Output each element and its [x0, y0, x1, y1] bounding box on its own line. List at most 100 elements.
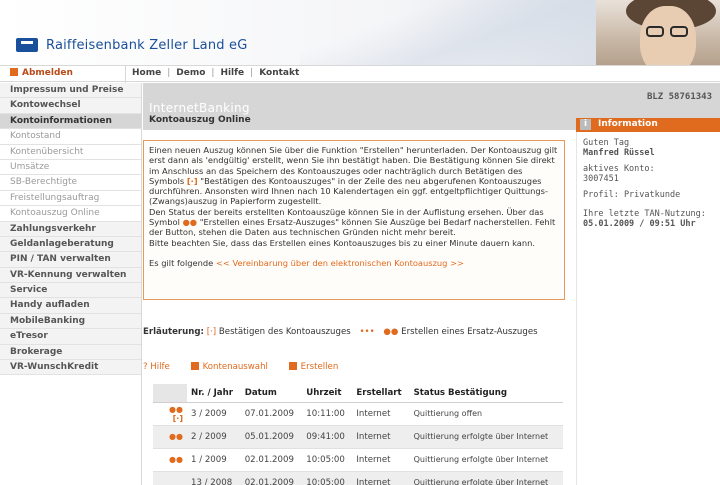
cell-datum: 07.01.2009 [240, 402, 303, 426]
header-photo [596, 0, 720, 65]
cell-status: Quittierung erfolgte über Internet [409, 448, 563, 472]
info-icon: i [580, 119, 591, 130]
account-select-icon [190, 362, 199, 370]
bank-name[interactable]: Raiffeisenbank Zeller Land eG [46, 38, 248, 53]
cell-datum: 02.01.2009 [240, 471, 303, 485]
agreement-link[interactable]: << Vereinbarung über den elektronischen … [216, 258, 464, 268]
cell-uhrzeit: 10:05:00 [302, 448, 353, 472]
notice-text: Es gilt folgende [149, 257, 214, 268]
cell-nr: 2 / 2009 [187, 425, 241, 449]
create-icon [288, 362, 297, 370]
account-number: 3007451 [583, 174, 619, 184]
tan-value: 05.01.2009 / 09:51 Uhr [583, 219, 696, 229]
account-label: aktives Konto: [583, 164, 655, 174]
sidebar-item-handy-aufladen[interactable]: Handy aufladen [0, 298, 141, 314]
legend-label: Erläuterung: [143, 327, 204, 337]
sidebar-item-kontoauszug-online[interactable]: Kontoauszug Online [0, 206, 141, 222]
greeting: Guten Tag [583, 138, 630, 148]
sidebar-item-sb-berechtigte[interactable]: SB-Berechtigte [0, 175, 141, 191]
logout-label: Abmelden [22, 68, 73, 78]
tan-label: Ihre letzte TAN-Nutzung: [583, 209, 706, 219]
sidebar-item-umsätze[interactable]: Umsätze [0, 159, 141, 176]
legend-separator: ••• [359, 327, 375, 337]
info-panel-title: Information [598, 119, 658, 129]
row-action-icons[interactable]: ●● [153, 448, 187, 472]
user-name: Manfred Rüssel [583, 148, 655, 158]
row-action-icons[interactable]: ●● [153, 425, 187, 449]
bank-logo-icon[interactable] [16, 38, 38, 54]
info-panel: Guten Tag Manfred Rüssel aktives Konto: … [576, 132, 720, 485]
statement-table: Nr. / Jahr Datum Uhrzeit Erstellart Stat… [153, 384, 563, 485]
column-header-nr: Nr. / Jahr [187, 384, 241, 403]
cell-datum: 05.01.2009 [240, 425, 303, 449]
create-label: Erstellen [300, 362, 339, 372]
create-button[interactable]: Erstellen [288, 362, 339, 372]
sidebar-item-kontoinformationen[interactable]: Kontoinformationen [0, 113, 141, 130]
row-action-icons[interactable]: ●● [·] [153, 402, 187, 426]
confirm-icon: [·] [206, 327, 217, 337]
cell-uhrzeit: 09:41:00 [302, 425, 353, 449]
cell-nr: 1 / 2009 [187, 448, 241, 472]
column-header-icons [153, 384, 187, 403]
replace-icon: ●● [383, 327, 399, 337]
sidebar-item-pin-tan-verwalten[interactable]: PIN / TAN verwalten [0, 252, 141, 268]
page-header: Raiffeisenbank Zeller Land eG [0, 0, 720, 65]
cell-erstellart: Internet [352, 425, 410, 449]
sidebar-item-zahlungsverkehr[interactable]: Zahlungsverkehr [0, 221, 141, 237]
action-bar: ? Hilfe Kontenauswahl Erstellen [143, 362, 356, 372]
sidebar-item-vr-wunschkredit[interactable]: VR-WunschKredit [0, 360, 141, 376]
nav-links: Home | Demo | Hilfe | Kontakt [132, 68, 300, 78]
table-header-row: Nr. / Jahr Datum Uhrzeit Erstellart Stat… [153, 384, 563, 403]
sidebar-item-vr-kennung-verwalten[interactable]: VR-Kennung verwalten [0, 267, 141, 284]
notice-text: Bitte beachten Sie, dass das Erstellen e… [149, 237, 535, 248]
sidebar-item-kontenübersicht[interactable]: Kontenübersicht [0, 144, 141, 160]
cell-erstellart: Internet [352, 448, 410, 472]
nav-divider [125, 66, 126, 83]
nav-link-kontakt[interactable]: Kontakt [259, 68, 299, 78]
sidebar-item-mobilebanking[interactable]: MobileBanking [0, 313, 141, 330]
sidebar-item-geldanlageberatung[interactable]: Geldanlageberatung [0, 236, 141, 253]
notice-text: "Bestätigen des Kontoauszuges" in der Ze… [149, 175, 548, 207]
sidebar-item-service[interactable]: Service [0, 283, 141, 299]
sidebar-item-kontostand[interactable]: Kontostand [0, 129, 141, 145]
sidebar-item-kontowechsel[interactable]: Kontowechsel [0, 98, 141, 114]
nav-link-hilfe[interactable]: Hilfe [220, 68, 244, 78]
notice-box: Einen neuen Auszug können Sie über die F… [143, 140, 565, 300]
legend-replace: Erstellen eines Ersatz-Auszuges [401, 327, 538, 337]
sidebar-item-brokerage[interactable]: Brokerage [0, 344, 141, 361]
table-row: ●● [·] 3 / 2009 07.01.2009 10:11:00 Internet… [153, 402, 563, 426]
cell-erstellart: Internet [352, 402, 410, 426]
cell-nr: 13 / 2008 [187, 471, 241, 485]
legend-confirm: Bestätigen des Kontoauszuges [218, 327, 351, 337]
header-decoration [300, 0, 600, 65]
replace-icon: ●● [182, 217, 198, 228]
sidebar-item-impressum-und-preise[interactable]: Impressum und Preise [0, 83, 141, 99]
table-row: ●● 1 / 2009 02.01.2009 10:05:00 Internet Quit… [153, 448, 563, 472]
account-select-button[interactable]: Kontenauswahl [190, 362, 268, 372]
logout-button[interactable]: Abmelden [10, 68, 73, 78]
cell-uhrzeit: 10:05:00 [302, 471, 353, 485]
account-select-label: Kontenauswahl [202, 362, 268, 372]
legend: Erläuterung: [·] Bestätigen des Kontoaus… [143, 327, 538, 337]
info-panel-header: i Information [576, 118, 720, 132]
logout-icon [10, 68, 18, 76]
cell-status: Quittierung erfolgte über Internet [409, 471, 563, 485]
sidebar-menu: Impressum und Preise Kontowechsel Kontoinf… [0, 83, 142, 485]
sidebar-item-freistellungsauftrag[interactable]: Freistellungsauftrag [0, 190, 141, 207]
row-action-icons[interactable] [153, 471, 187, 485]
cell-nr: 3 / 2009 [187, 402, 241, 426]
sidebar-item-etresor[interactable]: eTresor [0, 329, 141, 345]
column-header-status: Status Bestätigung [409, 384, 563, 403]
cell-status: Quittierung erfolgte über Internet [409, 425, 563, 449]
table-row: ●● 2 / 2009 05.01.2009 09:41:00 Internet Quit… [153, 425, 563, 449]
nav-link-demo[interactable]: Demo [176, 68, 205, 78]
table-row: 13 / 2008 02.01.2009 10:05:00 Internet Quitt… [153, 471, 563, 485]
column-header-datum: Datum [240, 384, 303, 403]
confirm-icon: [·] [186, 175, 198, 186]
cell-erstellart: Internet [352, 471, 410, 485]
top-navigation: Abmelden Home | Demo | Hilfe | Kontakt [0, 65, 720, 83]
cell-uhrzeit: 10:11:00 [302, 402, 353, 426]
help-link[interactable]: ? Hilfe [143, 362, 170, 372]
profile: Profil: Privatkunde [583, 190, 681, 200]
nav-link-home[interactable]: Home [132, 68, 161, 78]
